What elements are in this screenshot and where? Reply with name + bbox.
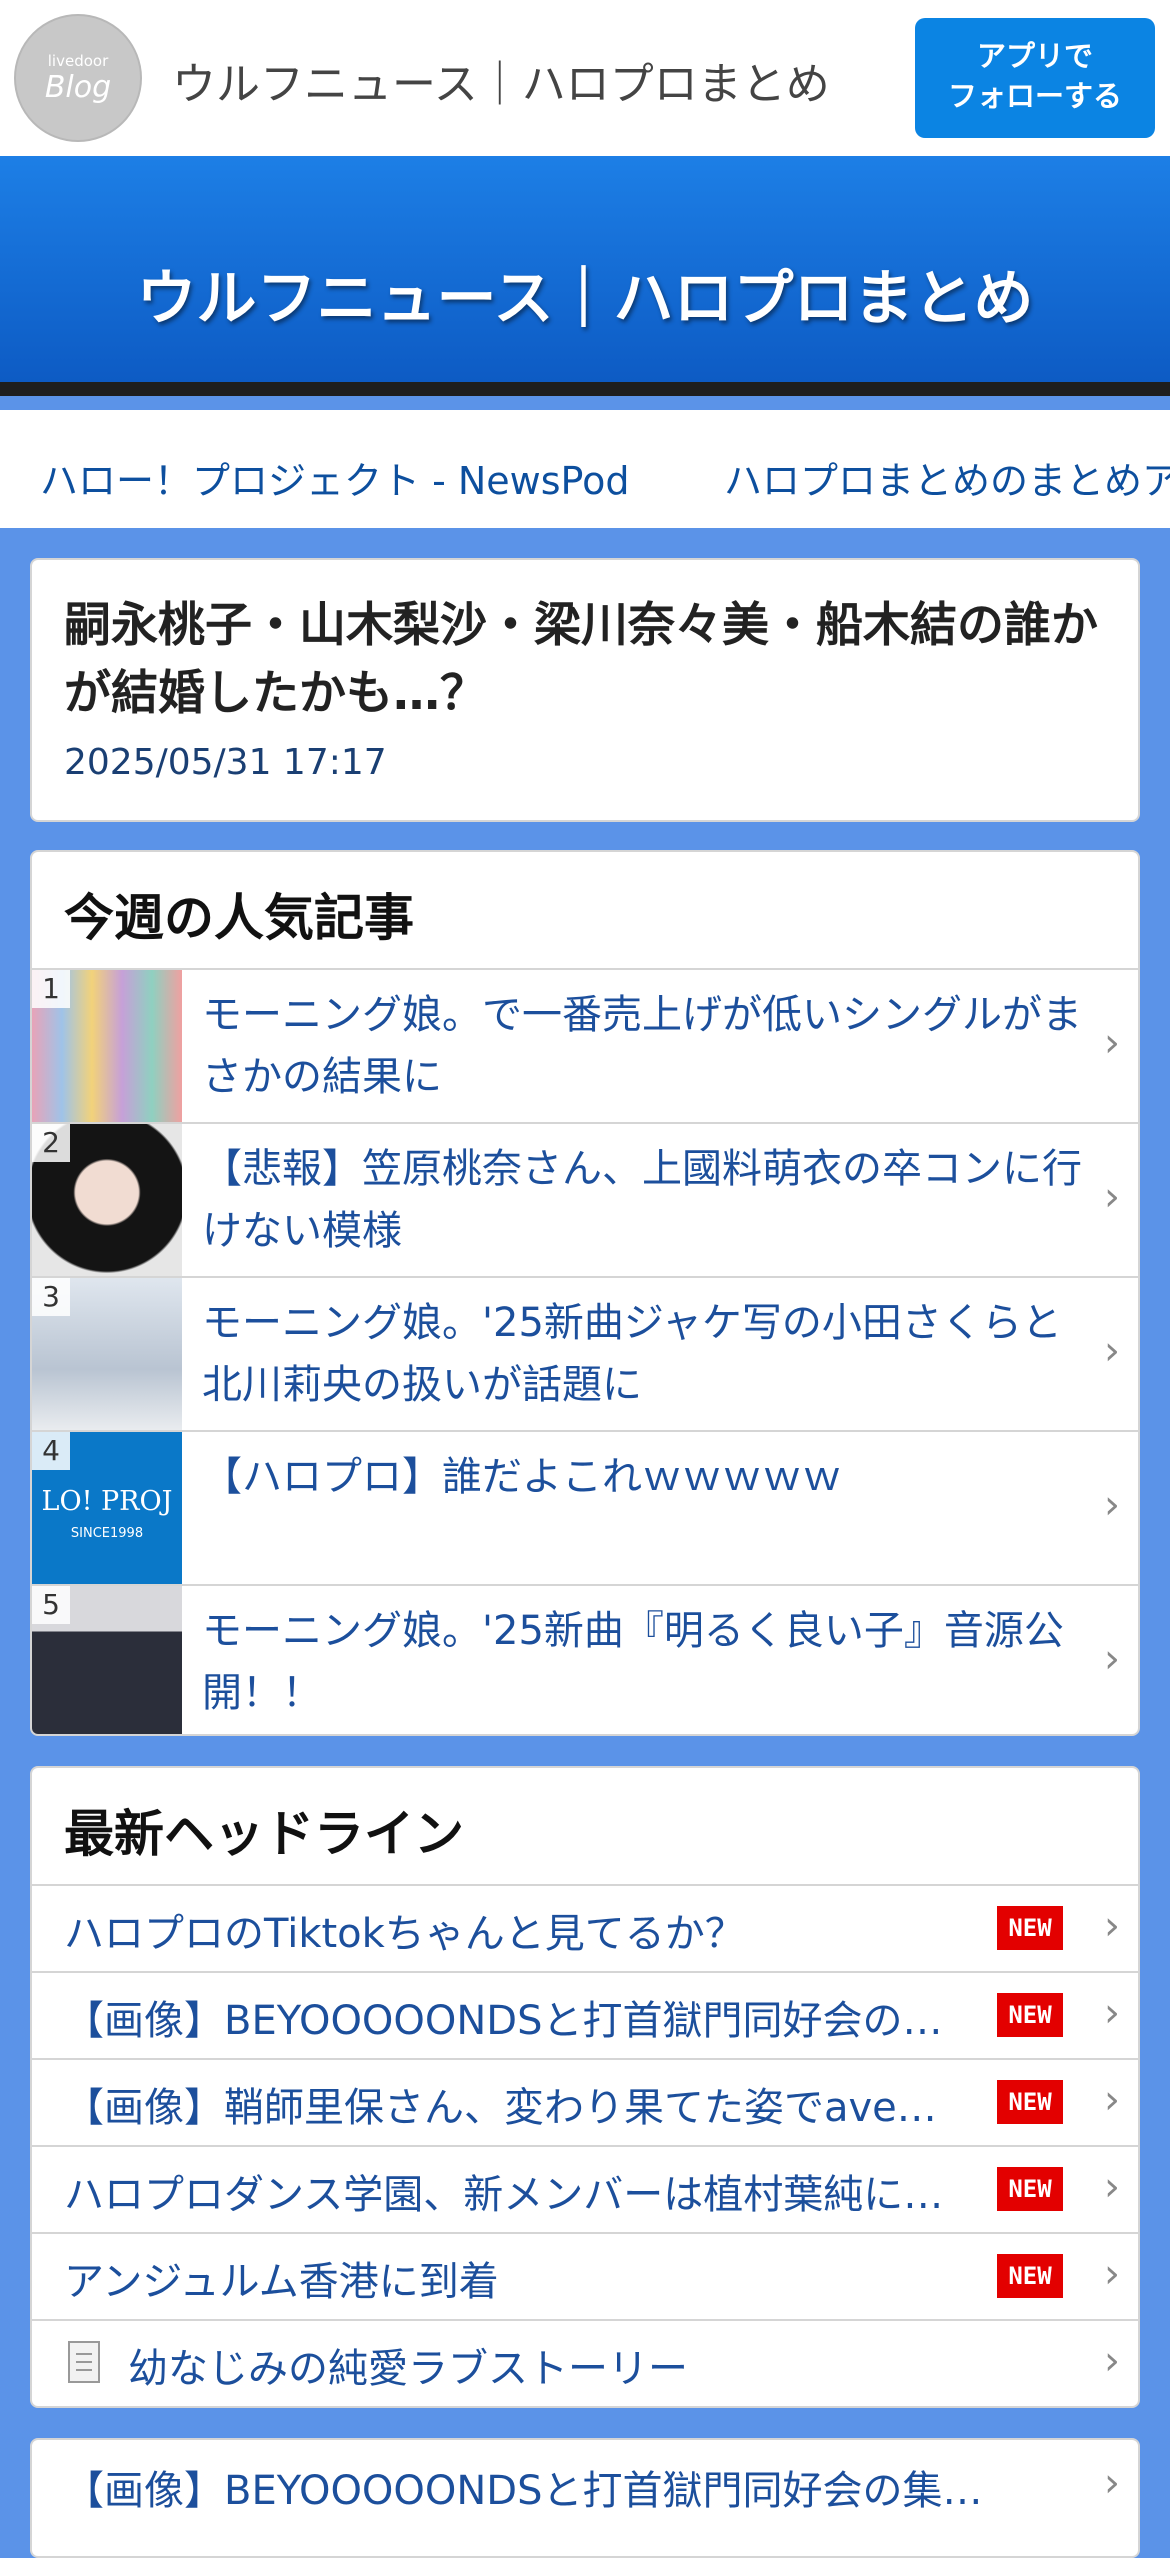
nav-link-newspod[interactable]: ハロー！プロジェクト - NewsPod (40, 450, 629, 505)
headline-title-6: 幼なじみの純愛ラブストーリー (128, 2346, 688, 2392)
chevron-right-icon: › (1104, 1903, 1120, 1949)
article-card: 嗣永桃子・山木梨沙・梁川奈々美・船木結の誰かが結婚したかも…？ 2025/05/… (30, 558, 1140, 822)
chevron-right-icon: › (1104, 1328, 1120, 1374)
chevron-right-icon: › (1104, 2251, 1120, 2297)
headline-item-4[interactable]: ハロプロダンス学園、新メンバーは植村葉純に… NEW › (32, 2145, 1138, 2232)
popular-heading: 今週の人気記事 (64, 889, 414, 947)
nav-link-matome[interactable]: ハロプロまとめのまとめア (724, 450, 1170, 505)
popular-title-5: モーニング娘。'25新曲『明るく良い子』音源公開！！ (202, 1608, 1064, 1716)
chevron-right-icon: › (1104, 2338, 1120, 2384)
related-article-card: 【画像】BEYOOOOONDSと打首獄門同好会の集… › (30, 2438, 1140, 2558)
headline-title-1: ハロプロのTiktokちゃんと見てるか？ (64, 1911, 745, 1957)
headline-title-5: アンジュルム香港に到着 (64, 2259, 499, 2305)
thumb-logo-text: LO! PROJ (41, 1486, 173, 1517)
popular-title-4: 【ハロプロ】誰だよこれｗｗｗｗｗ (202, 1454, 842, 1500)
popular-item-4[interactable]: LO! PROJ SINCE1998 4 【ハロプロ】誰だよこれｗｗｗｗｗ › (32, 1430, 1138, 1584)
logo-small-text: livedoor (47, 52, 109, 70)
headline-item-6[interactable]: 幼なじみの純愛ラブストーリー › (32, 2319, 1138, 2406)
popular-item-1[interactable]: 1 モーニング娘。で一番売上げが低いシングルがまさかの結果に › (32, 968, 1138, 1122)
popular-item-5[interactable]: 5 モーニング娘。'25新曲『明るく良い子』音源公開！！ › (32, 1584, 1138, 1734)
logo-big-text: Blog (44, 70, 112, 105)
new-badge: NEW (997, 1906, 1063, 1950)
popular-articles-card: 今週の人気記事 1 モーニング娘。で一番売上げが低いシングルがまさかの結果に ›… (30, 850, 1140, 1736)
rank-number-4: 4 (32, 1432, 70, 1470)
popular-item-3[interactable]: 3 モーニング娘。'25新曲ジャケ写の小田さくらと北川莉央の扱いが話題に › (32, 1276, 1138, 1430)
hero-banner: ウルフニュース｜ハロプロまとめ (0, 156, 1170, 396)
chevron-right-icon: › (1104, 1174, 1120, 1220)
hero-title[interactable]: ウルフニュース｜ハロプロまとめ (0, 250, 1170, 337)
new-badge: NEW (997, 2254, 1063, 2298)
headline-item-2[interactable]: 【画像】BEYOOOOONDSと打首獄門同好会の… NEW › (32, 1971, 1138, 2058)
rank-number-1: 1 (32, 970, 70, 1008)
popular-title-1: モーニング娘。で一番売上げが低いシングルがまさかの結果に (202, 992, 1082, 1100)
new-badge: NEW (997, 2167, 1063, 2211)
top-bar: livedoor Blog ウルフニュース｜ハロプロまとめ アプリで フォローす… (0, 0, 1170, 156)
headline-title-2: 【画像】BEYOOOOONDSと打首獄門同好会の… (64, 1998, 943, 2044)
popular-item-2[interactable]: 2 【悲報】笠原桃奈さん、上國料萌衣の卒コンに行けない模様 › (32, 1122, 1138, 1276)
chevron-right-icon: › (1104, 1482, 1120, 1528)
latest-headlines-card: 最新ヘッドライン ハロプロのTiktokちゃんと見てるか？ NEW › 【画像】… (30, 1766, 1140, 2408)
headlines-heading: 最新ヘッドライン (64, 1805, 464, 1863)
site-name[interactable]: ウルフニュース｜ハロプロまとめ (172, 48, 830, 112)
thumb-logo-subtext: SINCE1998 (70, 1526, 144, 1541)
rank-number-5: 5 (32, 1586, 70, 1624)
headline-title-3: 【画像】鞘師里保さん、変わり果てた姿でave… (64, 2085, 937, 2131)
rank-number-2: 2 (32, 1124, 70, 1162)
headline-title-4: ハロプロダンス学園、新メンバーは植村葉純に… (64, 2172, 944, 2218)
chevron-right-icon: › (1104, 1020, 1120, 1066)
chevron-right-icon: › (1104, 2460, 1120, 2506)
nav-bar: ハロー！プロジェクト - NewsPod ハロプロまとめのまとめア (0, 410, 1170, 528)
rank-number-3: 3 (32, 1278, 70, 1316)
article-title: 嗣永桃子・山木梨沙・梁川奈々美・船木結の誰かが結婚したかも…？ (64, 598, 1098, 721)
headline-item-5[interactable]: アンジュルム香港に到着 NEW › (32, 2232, 1138, 2319)
chevron-right-icon: › (1104, 1990, 1120, 2036)
new-badge: NEW (997, 1993, 1063, 2037)
new-badge: NEW (997, 2080, 1063, 2124)
popular-title-3: モーニング娘。'25新曲ジャケ写の小田さくらと北川莉央の扱いが話題に (202, 1300, 1062, 1408)
headline-item-3[interactable]: 【画像】鞘師里保さん、変わり果てた姿でave… NEW › (32, 2058, 1138, 2145)
headline-item-1[interactable]: ハロプロのTiktokちゃんと見てるか？ NEW › (32, 1884, 1138, 1971)
chevron-right-icon: › (1104, 1636, 1120, 1682)
follow-line1: アプリで (976, 39, 1093, 73)
article-date: 2025/05/31 17:17 (64, 742, 387, 783)
chevron-right-icon: › (1104, 2164, 1120, 2210)
follow-line2: フォローする (947, 79, 1122, 113)
related-item-1[interactable]: 【画像】BEYOOOOONDSと打首獄門同好会の集… › (32, 2440, 1138, 2527)
livedoor-blog-logo[interactable]: livedoor Blog (14, 14, 142, 142)
follow-in-app-button[interactable]: アプリで フォローする (915, 18, 1155, 138)
popular-title-2: 【悲報】笠原桃奈さん、上國料萌衣の卒コンに行けない模様 (202, 1146, 1082, 1254)
related-title-1: 【画像】BEYOOOOONDSと打首獄門同好会の集… (64, 2468, 983, 2514)
chevron-right-icon: › (1104, 2077, 1120, 2123)
document-icon (68, 2341, 100, 2383)
